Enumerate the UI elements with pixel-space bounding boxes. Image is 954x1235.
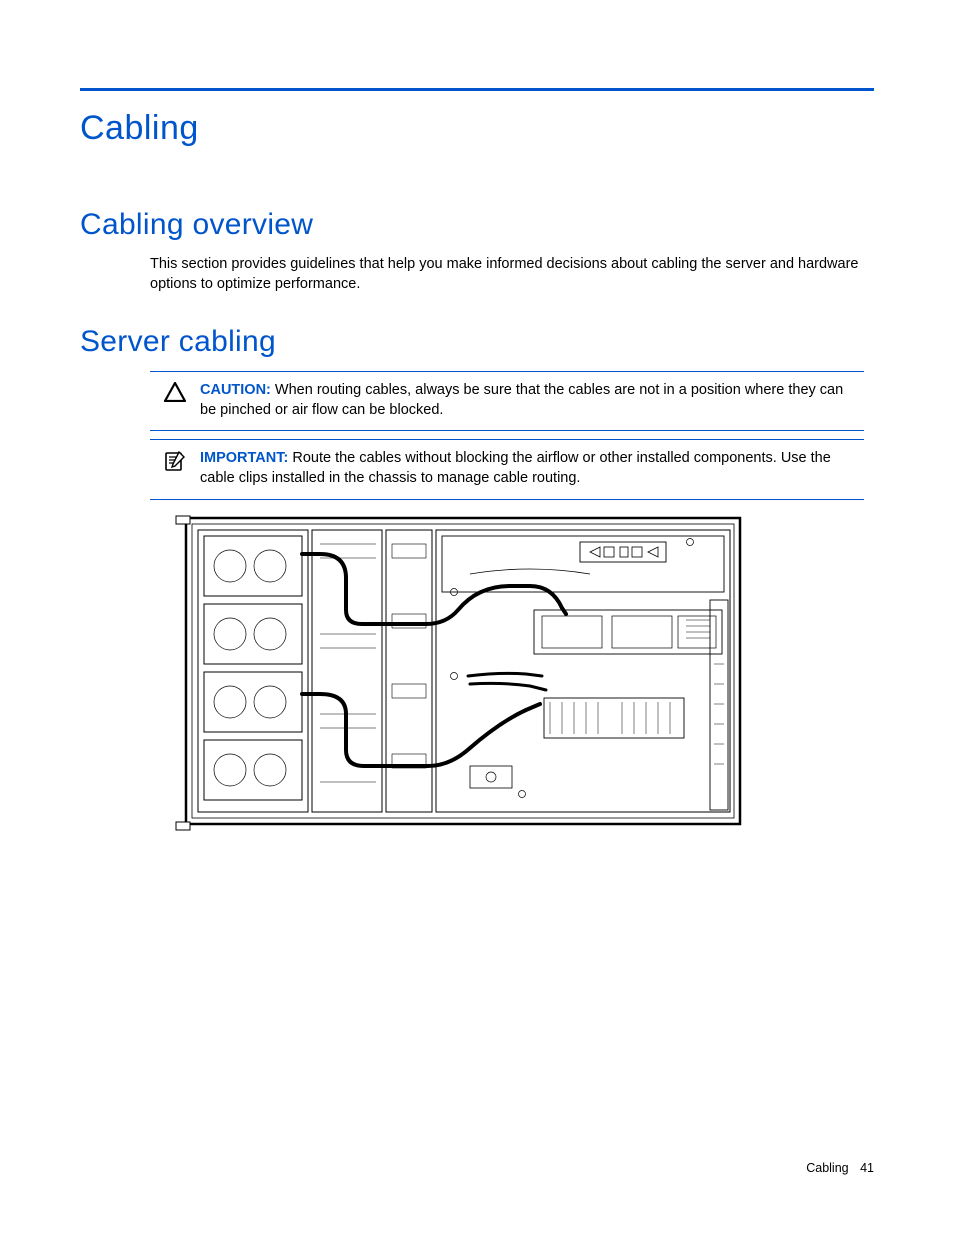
overview-paragraph: This section provides guidelines that he… xyxy=(150,254,870,295)
page-title: Cabling xyxy=(80,109,874,148)
caution-icon xyxy=(150,380,200,402)
overview-heading: Cabling overview xyxy=(80,208,874,242)
footer-section: Cabling xyxy=(806,1161,848,1175)
server-cabling-heading: Server cabling xyxy=(80,325,874,359)
important-body: Route the cables without blocking the ai… xyxy=(200,450,831,486)
caution-text: CAUTION: When routing cables, always be … xyxy=(200,380,864,421)
footer-page-number: 41 xyxy=(860,1161,874,1175)
caution-label: CAUTION: xyxy=(200,382,271,398)
important-icon xyxy=(150,448,200,472)
caution-block: CAUTION: When routing cables, always be … xyxy=(150,371,864,432)
important-block: IMPORTANT: Route the cables without bloc… xyxy=(150,439,864,500)
caution-body: When routing cables, always be sure that… xyxy=(200,382,843,418)
page-content: Cabling Cabling overview This section pr… xyxy=(0,0,954,1235)
server-cabling-diagram xyxy=(170,514,874,834)
important-label: IMPORTANT: xyxy=(200,450,288,466)
page-footer: Cabling 41 xyxy=(806,1161,874,1175)
important-text: IMPORTANT: Route the cables without bloc… xyxy=(200,448,864,489)
top-rule xyxy=(80,88,874,91)
